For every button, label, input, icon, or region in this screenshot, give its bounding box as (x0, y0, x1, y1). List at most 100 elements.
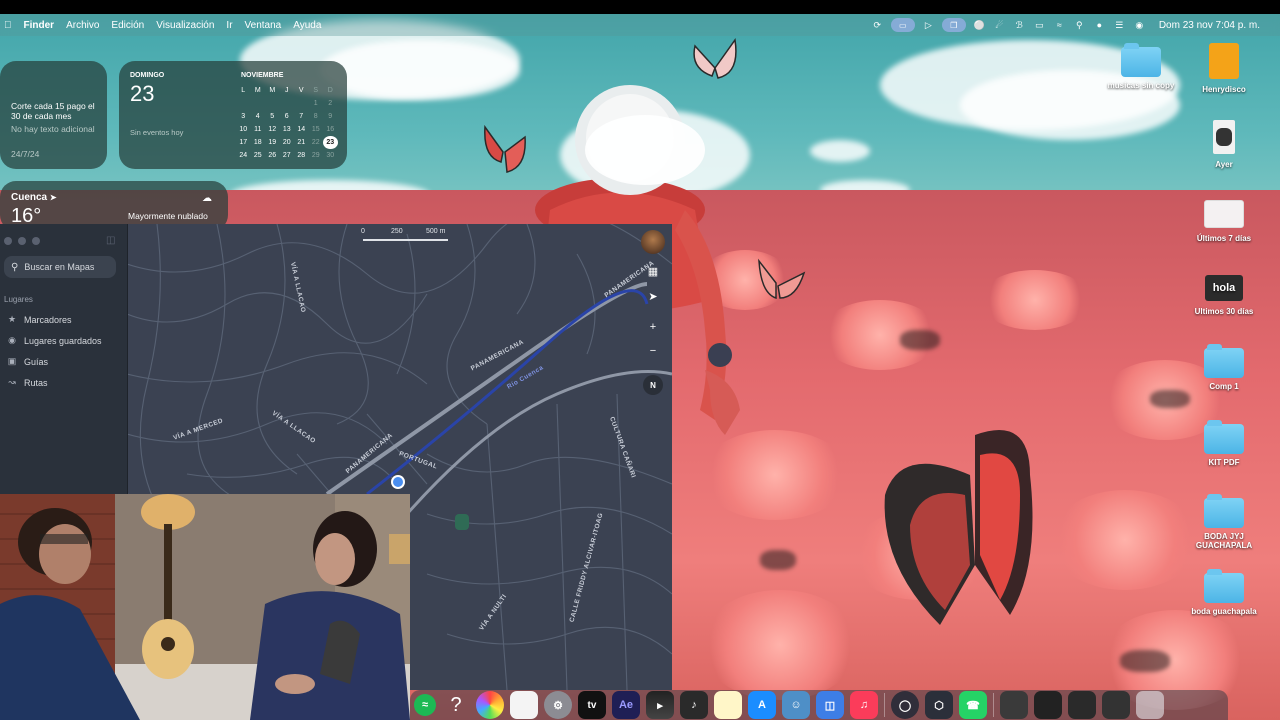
airdrop-icon[interactable]: ⚪ (973, 20, 986, 31)
sidebar-item-guias[interactable]: ▣ Guías (6, 356, 48, 367)
reminders-icon[interactable] (510, 691, 538, 719)
menu-edicion[interactable]: Edición (111, 20, 144, 31)
sidebar-item-rutas[interactable]: ↝ Rutas (6, 377, 47, 388)
menu-ventana[interactable]: Ventana (245, 20, 282, 31)
window3-icon[interactable] (1068, 691, 1096, 719)
calendar-day-cell[interactable]: 18 (251, 136, 266, 149)
menu-finder[interactable]: Finder (24, 20, 55, 31)
desktop-file-henrydisco[interactable]: Henrydisco (1184, 43, 1264, 94)
calendar-day-cell[interactable]: 9 (323, 110, 338, 123)
zoom-button[interactable] (32, 237, 40, 245)
desktop-folder-kitpdf[interactable]: KIT PDF (1184, 420, 1264, 467)
menu-archivo[interactable]: Archivo (66, 20, 99, 31)
desktop-folder-boda-jyj[interactable]: BODA JYJ GUACHAPALA (1184, 494, 1264, 550)
menu-ir[interactable]: Ir (226, 20, 232, 31)
after-effects-icon[interactable]: Ae (612, 691, 640, 719)
sidebar-toggle-icon[interactable]: ◫ (106, 235, 115, 246)
finder-icon[interactable]: ☺ (782, 691, 810, 719)
search-icon[interactable]: ⚲ (1073, 20, 1086, 31)
search-field[interactable]: ⚲ Buscar en Mapas (4, 256, 116, 278)
calendar-day-cell[interactable]: 1 (309, 97, 324, 110)
desktop-image-ayer[interactable]: Ayer (1184, 120, 1264, 169)
window4-icon[interactable] (1102, 691, 1130, 719)
zoom-in-button[interactable]: + (641, 317, 665, 337)
close-button[interactable] (4, 237, 12, 245)
wifi-icon[interactable]: ≈ (1053, 20, 1066, 31)
calendar-day-cell[interactable]: 13 (280, 123, 295, 136)
minimize-button[interactable] (18, 237, 26, 245)
calendar-day-cell[interactable]: 19 (265, 136, 280, 149)
sync-icon[interactable]: ⟳ (871, 20, 884, 31)
calendar-day-cell[interactable]: 16 (323, 123, 338, 136)
app-store-icon[interactable]: A (748, 691, 776, 719)
sidebar-item-lugares-guardados[interactable]: ◉ Lugares guardados (6, 335, 102, 346)
calendar-day-cell[interactable]: 27 (280, 149, 295, 162)
calendar-day-cell[interactable] (251, 97, 266, 110)
headphones-icon[interactable]: ☄ (993, 20, 1006, 31)
user-avatar[interactable] (641, 230, 665, 254)
calendar-day-cell[interactable]: 26 (265, 149, 280, 162)
calendar-day-cell[interactable] (294, 97, 309, 110)
calendar-day-cell[interactable]: 10 (236, 123, 251, 136)
calendar-day-cell[interactable]: 17 (236, 136, 251, 149)
calendar-day-cell[interactable]: 30 (323, 149, 338, 162)
play-icon[interactable]: ▷ (922, 20, 935, 31)
user-icon[interactable]: ● (1093, 20, 1106, 31)
calendar-day-cell[interactable]: 8 (309, 110, 324, 123)
display-icon[interactable]: ▭ (1033, 20, 1046, 31)
map-mode-icon[interactable]: ▦ (641, 261, 665, 281)
photos-icon[interactable] (476, 691, 504, 719)
bluetooth-icon[interactable]: ℬ (1013, 20, 1026, 31)
calendar-day-cell[interactable]: 11 (251, 123, 266, 136)
help-icon[interactable]: ? (442, 691, 470, 719)
window1-icon[interactable] (1000, 691, 1028, 719)
calendar-day-cell[interactable]: 28 (294, 149, 309, 162)
window2-icon[interactable] (1034, 691, 1062, 719)
unity-icon[interactable]: ⬡ (925, 691, 953, 719)
calendar-day-cell[interactable]: 15 (309, 123, 324, 136)
calendar-day-cell[interactable]: 7 (294, 110, 309, 123)
menu-visualizacion[interactable]: Visualización (156, 20, 214, 31)
compass-button[interactable]: N (643, 375, 663, 395)
calendar-day-cell[interactable]: 21 (294, 136, 309, 149)
calendar-day-cell[interactable] (236, 97, 251, 110)
desktop-image-7dias[interactable]: Últimos 7 días (1184, 200, 1264, 243)
music-icon[interactable]: ♫ (850, 691, 878, 719)
calendar-day-cell[interactable]: 20 (280, 136, 295, 149)
settings-icon[interactable]: ⚙ (544, 691, 572, 719)
sidebar-item-marcadores[interactable]: ★ Marcadores (6, 314, 72, 325)
calendar-day-cell[interactable]: 25 (251, 149, 266, 162)
trash-icon[interactable] (1136, 691, 1164, 719)
calendar-day-cell[interactable]: 2 (323, 97, 338, 110)
desktop-folder-boda-guachapala[interactable]: boda guachapala (1184, 569, 1264, 616)
desktop-folder-comp1[interactable]: Comp 1 (1184, 344, 1264, 391)
final-cut-icon[interactable]: ▸ (646, 691, 674, 719)
calendar-day-cell[interactable]: 6 (280, 110, 295, 123)
calendar-day-cell[interactable]: 14 (294, 123, 309, 136)
screen-share-icon[interactable]: ▭ (890, 18, 915, 32)
preview-icon[interactable]: ◫ (816, 691, 844, 719)
location-arrow-icon[interactable]: ➤ (641, 286, 665, 306)
calendar-day-cell[interactable]: 24 (236, 149, 251, 162)
whatsapp-icon[interactable]: ☎ (959, 691, 987, 719)
calendar-day-cell[interactable]: 12 (265, 123, 280, 136)
zoom-out-button[interactable]: − (641, 341, 665, 361)
calendar-day-cell[interactable]: 22 (309, 136, 324, 149)
calendar-day-cell[interactable]: 29 (309, 149, 324, 162)
apple-tv-icon[interactable]: tv (578, 691, 606, 719)
calendar-day-cell[interactable] (265, 97, 280, 110)
logic-icon[interactable]: ♪ (680, 691, 708, 719)
notes-widget[interactable]: Corte cada 15 pago el 30 de cada mes No … (0, 61, 107, 169)
siri-icon[interactable]: ◉ (1133, 20, 1146, 31)
apple-logo-icon[interactable]:  (4, 20, 12, 31)
calendar-day-cell[interactable] (280, 97, 295, 110)
screen-mirroring-icon[interactable]: ❐ (941, 18, 966, 32)
calendar-day-cell[interactable]: 3 (236, 110, 251, 123)
control-center-icon[interactable]: ☰ (1113, 20, 1126, 31)
calendar-today[interactable]: 23 (323, 136, 338, 149)
menu-ayuda[interactable]: Ayuda (293, 20, 321, 31)
menubar-clock[interactable]: Dom 23 nov 7:04 p. m. (1159, 20, 1260, 31)
calendar-day-cell[interactable]: 5 (265, 110, 280, 123)
obs-icon[interactable]: ◯ (891, 691, 919, 719)
spotify-icon[interactable]: ≈ (414, 694, 436, 716)
